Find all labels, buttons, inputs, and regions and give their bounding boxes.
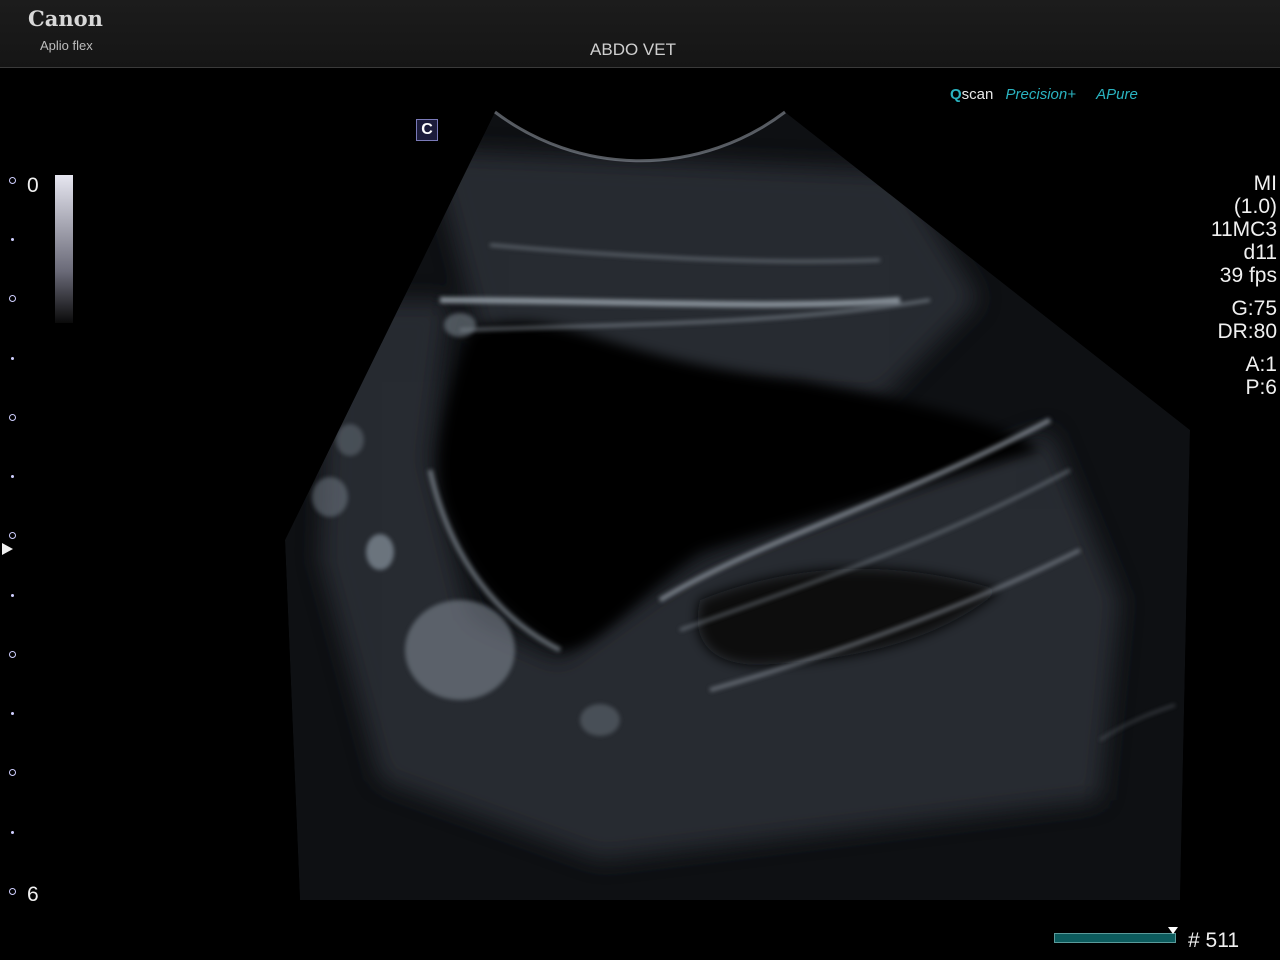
brand-logo: Canon: [28, 6, 103, 31]
p-value: P:6: [1245, 376, 1277, 399]
gain-value: G:75: [1231, 297, 1277, 320]
depth-scale-top: 0: [27, 174, 39, 197]
depth-minor-tick: [11, 475, 14, 478]
depth-tick: [9, 888, 16, 895]
probe-name: 11MC3: [1210, 218, 1277, 241]
depth-preset: d11: [1243, 241, 1277, 264]
header-bar: Canon Aplio flex ABDO VET: [0, 0, 1280, 68]
depth-minor-tick: [11, 594, 14, 597]
focus-triangle-icon: [2, 543, 13, 555]
depth-tick: [9, 769, 16, 776]
cine-progress-bar[interactable]: [1054, 933, 1176, 943]
apure-label: APure: [1096, 86, 1138, 103]
depth-tick: [9, 414, 16, 421]
depth-tick: [9, 295, 16, 302]
depth-minor-tick: [11, 712, 14, 715]
mi-label: MI: [1253, 172, 1277, 195]
orientation-marker: C: [416, 119, 438, 141]
exam-preset: ABDO VET: [590, 40, 676, 59]
depth-tick: [9, 177, 16, 184]
frame-rate: 39 fps: [1219, 264, 1277, 287]
depth-minor-tick: [11, 357, 14, 360]
grayscale-bar: [55, 175, 73, 323]
ultrasound-image: [285, 110, 1190, 900]
depth-tick: [9, 651, 16, 658]
imaging-parameters: MI (1.0) 11MC3 d11 39 fps G:75 DR:80 A:1…: [1211, 172, 1277, 399]
qscan-label: Qscan: [950, 86, 994, 103]
frame-counter: # 511: [1188, 929, 1239, 952]
precision-label: Precision+: [1005, 86, 1076, 103]
depth-minor-tick: [11, 238, 14, 241]
depth-tick: [9, 532, 16, 539]
a-value: A:1: [1245, 353, 1277, 376]
dynamic-range: DR:80: [1217, 320, 1277, 343]
depth-minor-tick: [11, 831, 14, 834]
mi-value: (1.0): [1233, 195, 1277, 218]
cine-position-caret-icon[interactable]: [1168, 927, 1178, 934]
depth-scale-bottom: 6: [27, 883, 39, 906]
feature-indicators: Qscan Precision+ APure: [950, 86, 1138, 103]
